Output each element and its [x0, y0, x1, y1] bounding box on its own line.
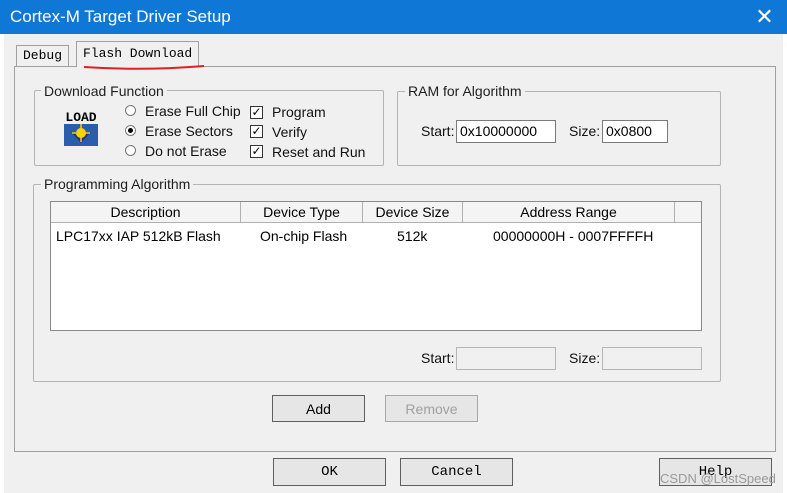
column-header-description[interactable]: Description [51, 202, 241, 223]
add-button[interactable]: Add [272, 395, 365, 422]
remove-button-label: Remove [405, 400, 458, 417]
algorithm-list[interactable]: Description Device Type Device Size Addr… [50, 201, 702, 331]
tab-debug[interactable]: Debug [16, 45, 70, 66]
program-label: Program [272, 104, 326, 120]
programming-algorithm-title: Programming Algorithm [41, 176, 194, 192]
cell-device-size: 512k [397, 228, 428, 244]
checkbox-verify[interactable]: ✓ [250, 125, 263, 138]
reset-and-run-label: Reset and Run [272, 144, 366, 160]
radio-do-not-erase[interactable] [125, 145, 136, 156]
column-header-device-type[interactable]: Device Type [241, 202, 363, 223]
window-title: Cortex-M Target Driver Setup [10, 7, 231, 26]
remove-button[interactable]: Remove [385, 395, 478, 422]
check-icon: ✓ [251, 144, 262, 158]
checkbox-reset-and-run[interactable]: ✓ [250, 145, 263, 158]
ram-size-label: Size: [569, 123, 601, 139]
column-header-spacer [675, 202, 701, 223]
cancel-button[interactable]: Cancel [400, 458, 513, 486]
close-icon: ✕ [755, 4, 774, 29]
load-icon-text: LOAD [65, 110, 96, 125]
watermark: CSDN @LostSpeed [660, 471, 776, 486]
tab-underline-annotation [83, 65, 205, 70]
cancel-button-label: Cancel [431, 464, 482, 480]
algo-start-label: Start: [421, 350, 455, 366]
column-header-device-size[interactable]: Device Size [363, 202, 463, 223]
ram-start-label: Start: [421, 123, 455, 139]
add-button-label: Add [306, 400, 331, 417]
ram-size-input[interactable]: 0x0800 [602, 120, 668, 143]
check-icon: ✓ [251, 124, 262, 138]
ram-for-algorithm-title: RAM for Algorithm [405, 83, 525, 99]
column-header-address-range[interactable]: Address Range [463, 202, 675, 223]
load-icon: LOAD [60, 108, 102, 148]
checkbox-program[interactable]: ✓ [250, 106, 263, 119]
cell-device-type: On-chip Flash [260, 228, 348, 244]
ok-button[interactable]: OK [273, 458, 386, 486]
ok-button-label: OK [321, 464, 338, 480]
radio-erase-sectors[interactable] [125, 125, 136, 136]
close-button[interactable]: ✕ [742, 0, 787, 34]
erase-full-chip-label: Erase Full Chip [145, 103, 241, 119]
radio-erase-full-chip[interactable] [125, 105, 136, 116]
algo-size-label: Size: [569, 350, 601, 366]
algo-size-input[interactable] [602, 347, 702, 370]
table-row[interactable]: LPC17xx IAP 512kB Flash On-chip Flash 51… [51, 223, 701, 247]
download-function-title: Download Function [41, 83, 167, 99]
tab-debug-label: Debug [23, 48, 63, 63]
check-icon: ✓ [251, 105, 262, 119]
verify-label: Verify [272, 124, 308, 140]
algo-start-input[interactable] [456, 347, 556, 370]
cell-description: LPC17xx IAP 512kB Flash [56, 228, 221, 244]
cell-address-range: 00000000H - 0007FFFFH [493, 228, 654, 244]
ram-start-input[interactable]: 0x10000000 [456, 120, 556, 143]
erase-sectors-label: Erase Sectors [145, 123, 233, 139]
tab-flash-download-label: Flash Download [83, 46, 193, 61]
do-not-erase-label: Do not Erase [145, 143, 227, 159]
